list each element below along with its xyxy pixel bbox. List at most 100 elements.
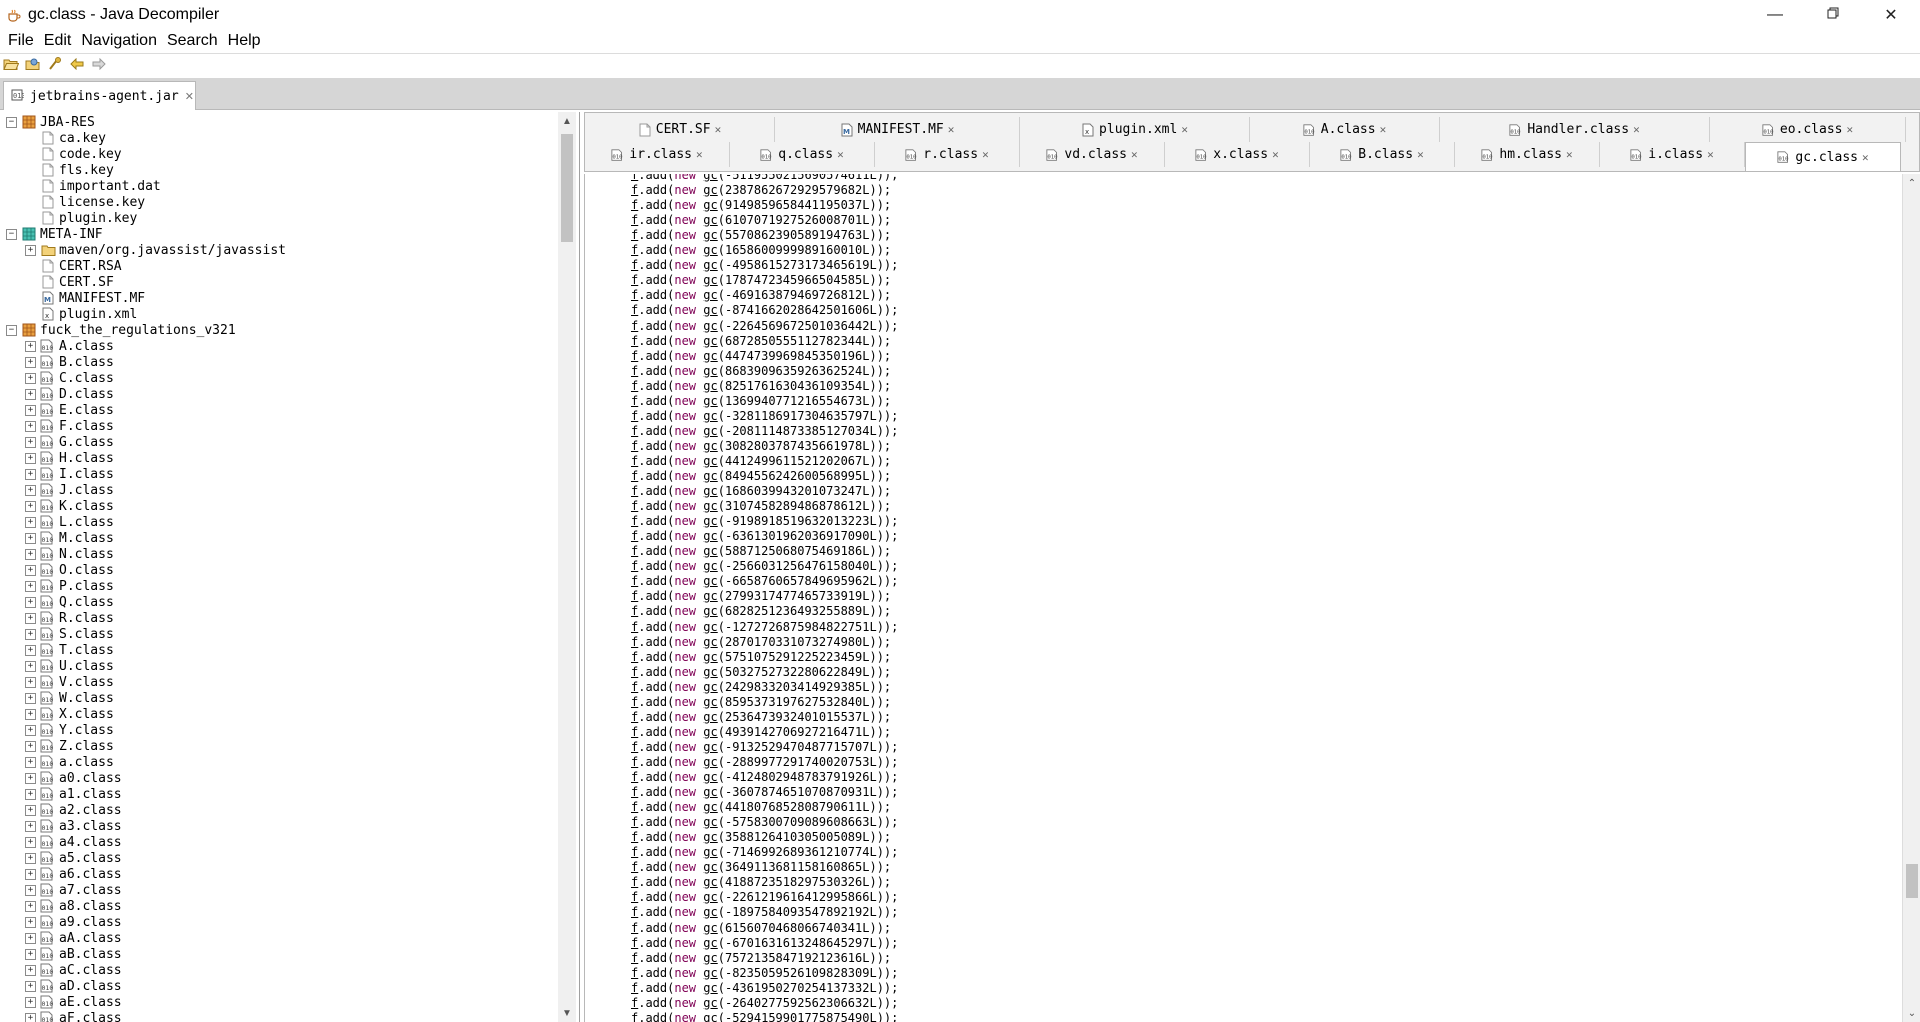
tree-item[interactable]: +010 Q.class: [0, 594, 556, 610]
code-scroll-down-icon[interactable]: ⌄: [1903, 1004, 1920, 1022]
class-ref[interactable]: gc: [703, 845, 717, 859]
expand-icon[interactable]: +: [25, 788, 36, 800]
close-tab-icon[interactable]: ✕: [837, 148, 844, 161]
tree-item[interactable]: +010 I.class: [0, 466, 556, 482]
search-button[interactable]: [46, 57, 64, 75]
tree-item[interactable]: +010 a0.class: [0, 770, 556, 786]
expand-icon[interactable]: +: [25, 452, 36, 464]
class-ref[interactable]: gc: [703, 875, 717, 889]
menu-navigation[interactable]: Navigation: [77, 32, 161, 50]
class-ref[interactable]: gc: [703, 1011, 717, 1022]
expand-icon[interactable]: +: [25, 388, 36, 400]
class-ref[interactable]: gc: [703, 589, 717, 603]
tree-item[interactable]: CERT.SF: [0, 274, 556, 290]
code-scroll-up-icon[interactable]: ⌃: [1903, 174, 1920, 192]
tree-item[interactable]: +010 a3.class: [0, 818, 556, 834]
class-ref[interactable]: gc: [703, 514, 717, 528]
expand-icon[interactable]: +: [25, 356, 36, 368]
tree-item[interactable]: +010 A.class: [0, 338, 556, 354]
expand-icon[interactable]: +: [25, 996, 36, 1008]
expand-icon[interactable]: +: [25, 948, 36, 960]
minimize-button[interactable]: —: [1746, 0, 1804, 30]
class-ref[interactable]: gc: [703, 635, 717, 649]
class-ref[interactable]: gc: [703, 174, 717, 182]
class-ref[interactable]: gc: [703, 815, 717, 829]
collapse-icon[interactable]: −: [6, 324, 17, 336]
class-ref[interactable]: gc: [703, 334, 717, 348]
expand-icon[interactable]: +: [25, 500, 36, 512]
class-ref[interactable]: gc: [703, 604, 717, 618]
collapse-icon[interactable]: −: [6, 116, 17, 128]
editor-tab[interactable]: x plugin.xml ✕: [1020, 117, 1250, 142]
tree-item[interactable]: +010 a9.class: [0, 914, 556, 930]
editor-tab[interactable]: 010 q.class ✕: [730, 142, 875, 167]
open-file-button[interactable]: [2, 57, 20, 75]
class-ref[interactable]: gc: [703, 454, 717, 468]
expand-icon[interactable]: +: [25, 420, 36, 432]
close-button[interactable]: ✕: [1862, 0, 1920, 30]
tree-item[interactable]: +010 Z.class: [0, 738, 556, 754]
tree-item[interactable]: +010 aE.class: [0, 994, 556, 1010]
tree-item[interactable]: ca.key: [0, 130, 556, 146]
code-scrollbar[interactable]: ⌃ ⌄: [1902, 174, 1920, 1022]
class-ref[interactable]: gc: [703, 905, 717, 919]
open-type-button[interactable]: [24, 57, 42, 75]
tree-item[interactable]: +010 a7.class: [0, 882, 556, 898]
expand-icon[interactable]: +: [25, 820, 36, 832]
class-ref[interactable]: gc: [703, 544, 717, 558]
expand-icon[interactable]: +: [25, 532, 36, 544]
class-ref[interactable]: gc: [703, 349, 717, 363]
class-ref[interactable]: gc: [703, 785, 717, 799]
close-tab-icon[interactable]: ✕: [1566, 148, 1573, 161]
tree-item[interactable]: +010 J.class: [0, 482, 556, 498]
tree-item[interactable]: +010 a6.class: [0, 866, 556, 882]
tree-item[interactable]: +010 T.class: [0, 642, 556, 658]
close-tab-icon[interactable]: ✕: [715, 123, 722, 136]
class-ref[interactable]: gc: [703, 303, 717, 317]
class-ref[interactable]: gc: [703, 364, 717, 378]
class-ref[interactable]: gc: [703, 770, 717, 784]
expand-icon[interactable]: +: [25, 964, 36, 976]
expand-icon[interactable]: +: [25, 484, 36, 496]
forward-button[interactable]: [90, 57, 108, 75]
tree-item[interactable]: +010 aA.class: [0, 930, 556, 946]
class-ref[interactable]: gc: [703, 740, 717, 754]
class-ref[interactable]: gc: [703, 439, 717, 453]
tree-item[interactable]: +010 P.class: [0, 578, 556, 594]
class-ref[interactable]: gc: [703, 650, 717, 664]
expand-icon[interactable]: +: [25, 660, 36, 672]
tree-item[interactable]: +010 a5.class: [0, 850, 556, 866]
tree-item[interactable]: +010 L.class: [0, 514, 556, 530]
class-ref[interactable]: gc: [703, 951, 717, 965]
editor-tab[interactable]: 010 ir.class ✕: [585, 142, 730, 167]
expand-icon[interactable]: +: [25, 372, 36, 384]
expand-icon[interactable]: +: [25, 628, 36, 640]
class-ref[interactable]: gc: [703, 936, 717, 950]
expand-icon[interactable]: +: [25, 404, 36, 416]
class-ref[interactable]: gc: [703, 288, 717, 302]
menu-edit[interactable]: Edit: [40, 32, 76, 50]
tree-item[interactable]: +010 E.class: [0, 402, 556, 418]
expand-icon[interactable]: +: [25, 772, 36, 784]
class-ref[interactable]: gc: [703, 243, 717, 257]
close-tab-icon[interactable]: ✕: [1847, 123, 1854, 136]
class-ref[interactable]: gc: [703, 981, 717, 995]
class-ref[interactable]: gc: [703, 379, 717, 393]
class-ref[interactable]: gc: [703, 755, 717, 769]
tree-item[interactable]: +010 aF.class: [0, 1010, 556, 1022]
tree-item[interactable]: +010 C.class: [0, 370, 556, 386]
class-ref[interactable]: gc: [703, 258, 717, 272]
tree-item[interactable]: +010 S.class: [0, 626, 556, 642]
tree-scroll-thumb[interactable]: [561, 134, 573, 242]
expand-icon[interactable]: +: [25, 804, 36, 816]
expand-icon[interactable]: +: [25, 916, 36, 928]
expand-icon[interactable]: +: [25, 724, 36, 736]
tree-item[interactable]: +010 aB.class: [0, 946, 556, 962]
close-tab-icon[interactable]: ✕: [1862, 151, 1869, 164]
editor-tab[interactable]: 010 i.class ✕: [1600, 142, 1745, 167]
tree-item[interactable]: +010 X.class: [0, 706, 556, 722]
class-ref[interactable]: gc: [703, 529, 717, 543]
editor-tab[interactable]: 010 eo.class ✕: [1710, 117, 1906, 142]
expand-icon[interactable]: +: [25, 932, 36, 944]
tree-item[interactable]: +010 a.class: [0, 754, 556, 770]
